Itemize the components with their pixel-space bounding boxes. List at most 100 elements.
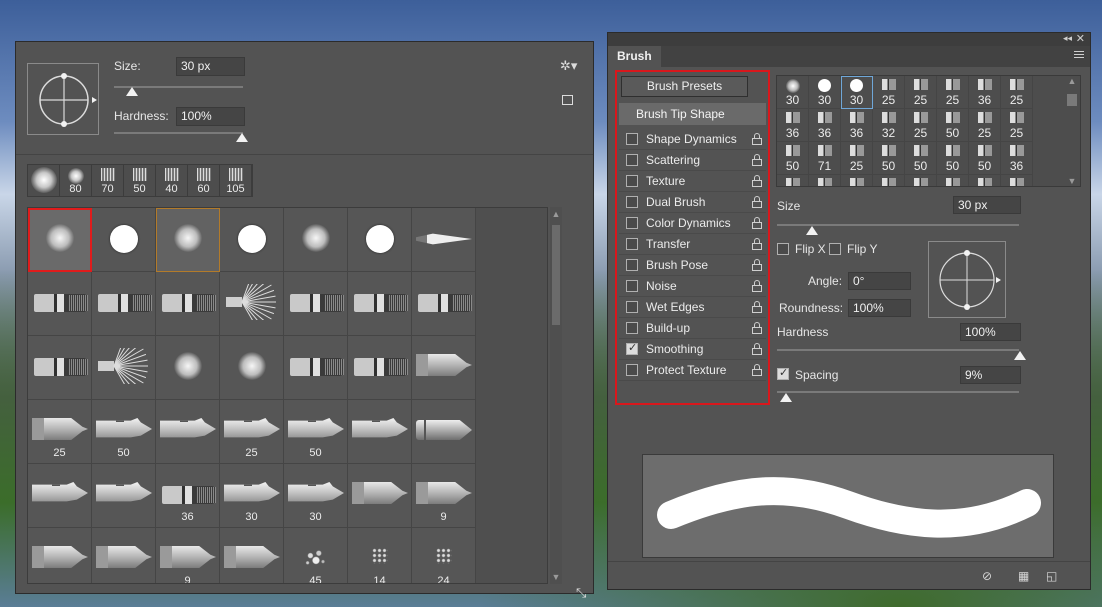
recent-brush-item[interactable]: 50: [124, 165, 156, 196]
brush-preset-cell[interactable]: [284, 336, 348, 400]
brush-preset-cell[interactable]: [92, 333, 156, 400]
recent-brush-item[interactable]: [28, 165, 60, 196]
grid-icon[interactable]: ▦: [1018, 569, 1029, 583]
option-checkbox[interactable]: [626, 364, 638, 376]
brush-preset-cell[interactable]: [412, 272, 476, 336]
scroll-up-icon[interactable]: ▲: [550, 209, 562, 219]
option-checkbox[interactable]: [626, 175, 638, 187]
brush-preset-cell[interactable]: [220, 528, 284, 583]
lock-icon[interactable]: [752, 154, 762, 166]
brush-tip-cell[interactable]: 25: [1001, 76, 1033, 109]
brush-preset-cell[interactable]: [156, 272, 220, 336]
brush-tip-cell[interactable]: [1001, 175, 1033, 186]
brush-presets-button[interactable]: Brush Presets: [621, 76, 748, 97]
brush-tip-cell[interactable]: 25: [937, 76, 969, 109]
option-checkbox[interactable]: [626, 217, 638, 229]
lock-icon[interactable]: [752, 343, 762, 355]
spacing-slider-knob[interactable]: [780, 393, 792, 402]
hardness-field[interactable]: 100%: [176, 107, 245, 126]
option-texture[interactable]: Texture: [619, 171, 766, 192]
brush-tip-cell[interactable]: 50: [777, 142, 809, 175]
size-slider-knob[interactable]: [126, 87, 138, 96]
hardness-slider-track[interactable]: [114, 132, 243, 134]
brush-preset-cell[interactable]: [412, 400, 476, 464]
option-shape-dynamics[interactable]: Shape Dynamics: [619, 129, 766, 150]
brush-tip-cell[interactable]: 25: [1001, 109, 1033, 142]
brush-preset-cell[interactable]: [92, 272, 156, 336]
brush-preset-cell[interactable]: 30: [284, 464, 348, 528]
brush-tip-cell[interactable]: 50: [969, 142, 1001, 175]
brush-preset-cell[interactable]: [220, 336, 284, 400]
brush-preset-cell[interactable]: [348, 464, 412, 528]
scroll-up-icon[interactable]: ▲: [1064, 76, 1080, 86]
brush-preset-cell[interactable]: 50: [92, 400, 156, 464]
brush-preset-cell[interactable]: 14: [348, 528, 412, 583]
option-smoothing[interactable]: Smoothing: [619, 339, 766, 360]
recent-brush-item[interactable]: 40: [156, 165, 188, 196]
brush-tip-cell[interactable]: [809, 175, 841, 186]
tip-grid-scrollbar[interactable]: ▲ ▼: [1064, 76, 1080, 186]
brush-preset-cell[interactable]: [284, 208, 348, 272]
brush-preset-cell[interactable]: [348, 272, 412, 336]
hardness-slider-knob[interactable]: [1014, 351, 1026, 360]
spacing-field[interactable]: 9%: [960, 366, 1021, 384]
option-brush-pose[interactable]: Brush Pose: [619, 255, 766, 276]
brush-tip-cell[interactable]: [841, 175, 873, 186]
angle-field[interactable]: 0°: [848, 272, 911, 290]
spacing-slider-track[interactable]: [777, 391, 1019, 393]
brush-preset-cell[interactable]: 25: [220, 400, 284, 464]
brush-preset-cell[interactable]: [28, 208, 92, 272]
brush-tip-cell[interactable]: 36: [841, 109, 873, 142]
brush-tip-cell[interactable]: [937, 175, 969, 186]
brush-preset-cell[interactable]: [92, 208, 156, 272]
hardness-slider-track[interactable]: [777, 349, 1019, 351]
brush-preset-cell[interactable]: 30: [220, 464, 284, 528]
option-checkbox[interactable]: [626, 341, 638, 355]
option-checkbox[interactable]: [626, 238, 638, 250]
resize-handle-icon[interactable]: ⤡: [576, 585, 586, 601]
option-scattering[interactable]: Scattering: [619, 150, 766, 171]
recent-brush-item[interactable]: 80: [60, 165, 92, 196]
brush-tip-cell[interactable]: [905, 175, 937, 186]
brush-tip-cell[interactable]: 36: [777, 109, 809, 142]
new-preset-icon[interactable]: ◱: [1046, 569, 1057, 583]
size-field[interactable]: 30 px: [176, 57, 245, 76]
brush-preset-cell[interactable]: 9: [156, 528, 220, 583]
brush-preset-cell[interactable]: 45: [284, 528, 348, 583]
hardness-field[interactable]: 100%: [960, 323, 1021, 341]
lock-icon[interactable]: [752, 133, 762, 145]
angle-roundness-preview[interactable]: [928, 241, 1006, 318]
brush-preset-cell[interactable]: 9: [412, 464, 476, 528]
brush-tip-cell[interactable]: 32: [873, 109, 905, 142]
recent-brush-item[interactable]: 60: [188, 165, 220, 196]
flip-x-checkbox[interactable]: [777, 243, 789, 255]
lock-icon[interactable]: [752, 280, 762, 292]
brush-tip-cell[interactable]: 30: [777, 76, 809, 109]
collapse-icon[interactable]: ◂◂: [1063, 33, 1072, 44]
option-build-up[interactable]: Build-up: [619, 318, 766, 339]
brush-preset-cell[interactable]: [28, 272, 92, 336]
brush-tip-cell[interactable]: [969, 175, 1001, 186]
brush-tip-cell[interactable]: 30: [809, 76, 841, 109]
tab-brush[interactable]: Brush: [608, 46, 661, 67]
brush-preset-cell[interactable]: [348, 208, 412, 272]
new-preset-icon[interactable]: [562, 95, 573, 105]
brush-tip-cell[interactable]: 50: [905, 142, 937, 175]
scroll-down-icon[interactable]: ▼: [1064, 176, 1080, 186]
brush-tip-cell[interactable]: 50: [937, 142, 969, 175]
brush-preset-cell[interactable]: [156, 336, 220, 400]
brush-preset-cell[interactable]: [412, 336, 476, 400]
lock-icon[interactable]: [752, 322, 762, 334]
option-color-dynamics[interactable]: Color Dynamics: [619, 213, 766, 234]
lock-icon[interactable]: [752, 238, 762, 250]
brush-tip-cell[interactable]: 30: [841, 76, 873, 109]
brush-preset-cell[interactable]: [28, 528, 92, 583]
gear-icon[interactable]: ✲▾: [560, 58, 577, 74]
brush-tip-cell[interactable]: 71: [809, 142, 841, 175]
option-checkbox[interactable]: [626, 280, 638, 292]
lock-icon[interactable]: [752, 301, 762, 313]
brush-preset-cell[interactable]: 25: [28, 400, 92, 464]
close-icon[interactable]: ✕: [1076, 32, 1085, 45]
brush-tip-cell[interactable]: 36: [969, 76, 1001, 109]
brush-preset-cell[interactable]: 24: [412, 528, 476, 583]
